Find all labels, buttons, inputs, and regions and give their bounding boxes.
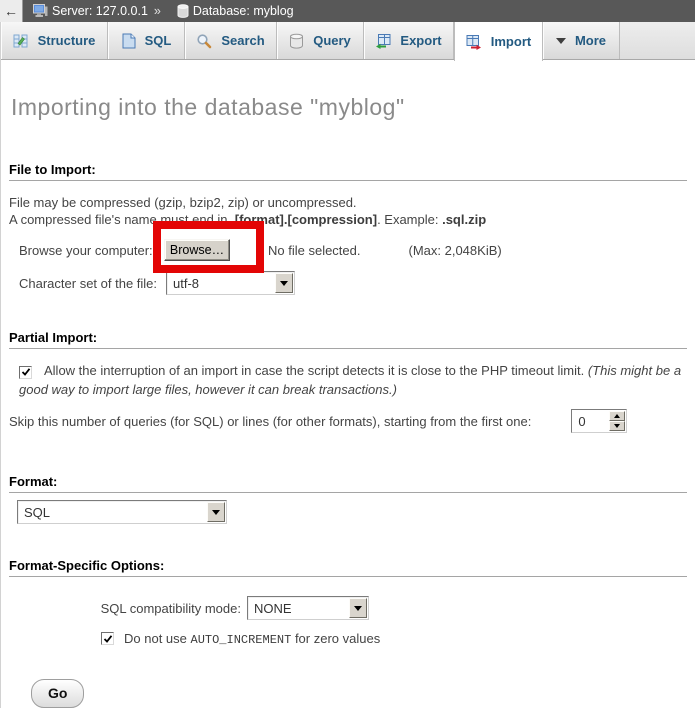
tab-more[interactable]: More	[543, 22, 620, 59]
tab-structure-label: Structure	[38, 33, 96, 48]
query-cylinder-icon	[289, 33, 304, 49]
hint-example-ext: .sql.zip	[442, 212, 486, 227]
server-icon	[33, 4, 48, 18]
import-form: Importing into the database "myblog" Fil…	[1, 93, 695, 708]
skip-queries-label: Skip this number of queries (for SQL) or…	[9, 414, 531, 429]
browse-label: Browse your computer:	[19, 243, 164, 258]
charset-select[interactable]: utf-8	[166, 271, 295, 295]
page-body: Structure SQL Search	[0, 22, 695, 708]
breadcrumb-database[interactable]: Database: myblog	[193, 4, 294, 18]
charset-label: Character set of the file:	[19, 276, 166, 291]
sql-compat-dropdown-button[interactable]	[349, 598, 367, 618]
tab-sql[interactable]: SQL	[108, 22, 185, 59]
charset-row: Character set of the file: utf-8	[9, 271, 687, 295]
phpmyadmin-import-page: { "topbar": { "back_arrow": "←", "server…	[0, 0, 695, 716]
format-dropdown-button[interactable]	[207, 502, 225, 522]
chevron-up-icon	[614, 414, 620, 418]
hint-line2-mid: . Example:	[377, 212, 442, 227]
auto-increment-code: AUTO_INCREMENT	[191, 633, 292, 647]
tab-query-label: Query	[313, 33, 351, 48]
tab-import[interactable]: Import	[454, 22, 543, 61]
back-arrow-icon: ←	[4, 3, 18, 19]
auto-increment-checkbox[interactable]	[101, 632, 114, 645]
breadcrumb-server[interactable]: Server: 127.0.0.1	[52, 4, 148, 18]
section-heading-file-to-import: File to Import:	[9, 162, 687, 181]
breadcrumb-bar: ← Server: 127.0.0.1 » Database: myblog	[0, 0, 695, 22]
sql-compat-row: SQL compatibility mode: NONE	[9, 596, 687, 620]
go-button[interactable]: Go	[31, 679, 84, 708]
section-heading-partial-import: Partial Import:	[9, 330, 687, 349]
hint-line2-prefix: A compressed file's name must end in	[9, 212, 231, 227]
chevron-down-icon	[556, 38, 566, 44]
import-icon	[466, 34, 482, 50]
no-file-selected-text: No file selected.	[268, 243, 361, 258]
sql-compat-select[interactable]: NONE	[247, 596, 369, 620]
tab-query[interactable]: Query	[277, 22, 364, 59]
tab-structure[interactable]: Structure	[1, 22, 108, 59]
auto-increment-prefix: Do not use	[124, 631, 191, 646]
auto-increment-row: Do not use AUTO_INCREMENT for zero value…	[9, 630, 687, 647]
format-selected-value: SQL	[18, 501, 206, 523]
tab-search-label: Search	[221, 33, 264, 48]
tab-bar: Structure SQL Search	[1, 22, 695, 60]
tab-search[interactable]: Search	[185, 22, 277, 59]
charset-dropdown-button[interactable]	[275, 273, 293, 293]
tabbar-filler	[620, 22, 695, 59]
chevron-down-icon	[212, 510, 220, 515]
hint-line1: File may be compressed (gzip, bzip2, zip…	[9, 195, 357, 210]
allow-interrupt-row: Allow the interruption of an import in c…	[9, 361, 687, 399]
sql-compat-label: SQL compatibility mode:	[9, 601, 241, 616]
allow-interrupt-checkbox[interactable]	[19, 366, 32, 379]
database-icon	[177, 4, 189, 18]
format-row: SQL	[9, 500, 687, 524]
export-icon	[375, 33, 391, 49]
tab-export[interactable]: Export	[364, 22, 454, 59]
tab-import-label: Import	[491, 34, 531, 49]
section-heading-format: Format:	[9, 474, 687, 493]
compression-hint: File may be compressed (gzip, bzip2, zip…	[9, 194, 687, 228]
auto-increment-text: Do not use AUTO_INCREMENT for zero value…	[124, 631, 380, 647]
checkmark-icon	[103, 634, 113, 644]
structure-icon	[13, 33, 29, 49]
max-upload-size: (Max: 2,048KiB)	[409, 243, 502, 258]
section-heading-format-options: Format-Specific Options:	[9, 558, 687, 577]
spinner-down-button[interactable]	[609, 421, 625, 431]
chevron-down-icon	[354, 606, 362, 611]
spinner-buttons	[609, 411, 625, 431]
skip-queries-value: 0	[572, 410, 608, 432]
breadcrumb-separator: »	[154, 4, 161, 18]
chevron-down-icon	[614, 424, 620, 428]
skip-queries-row: Skip this number of queries (for SQL) or…	[9, 409, 687, 433]
page-title: Importing into the database "myblog"	[11, 93, 687, 121]
hint-format-pattern: .[format].[compression]	[231, 212, 377, 227]
browse-button[interactable]: Browse…	[164, 239, 230, 261]
tab-sql-label: SQL	[145, 33, 172, 48]
checkmark-icon	[21, 367, 31, 377]
sql-page-icon	[121, 33, 136, 49]
search-icon	[196, 33, 212, 49]
skip-queries-spinner[interactable]: 0	[571, 409, 627, 433]
allow-interrupt-text: Allow the interruption of an import in c…	[44, 363, 588, 378]
auto-increment-suffix: for zero values	[291, 631, 380, 646]
chevron-down-icon	[280, 281, 288, 286]
sql-compat-selected-value: NONE	[248, 597, 348, 619]
spinner-up-button[interactable]	[609, 411, 625, 421]
charset-selected-value: utf-8	[167, 272, 274, 294]
format-select[interactable]: SQL	[17, 500, 227, 524]
back-button[interactable]: ←	[0, 0, 23, 22]
tab-more-label: More	[575, 33, 606, 48]
tab-export-label: Export	[400, 33, 441, 48]
file-upload-row: Browse your computer: Browse… No file se…	[9, 237, 687, 263]
